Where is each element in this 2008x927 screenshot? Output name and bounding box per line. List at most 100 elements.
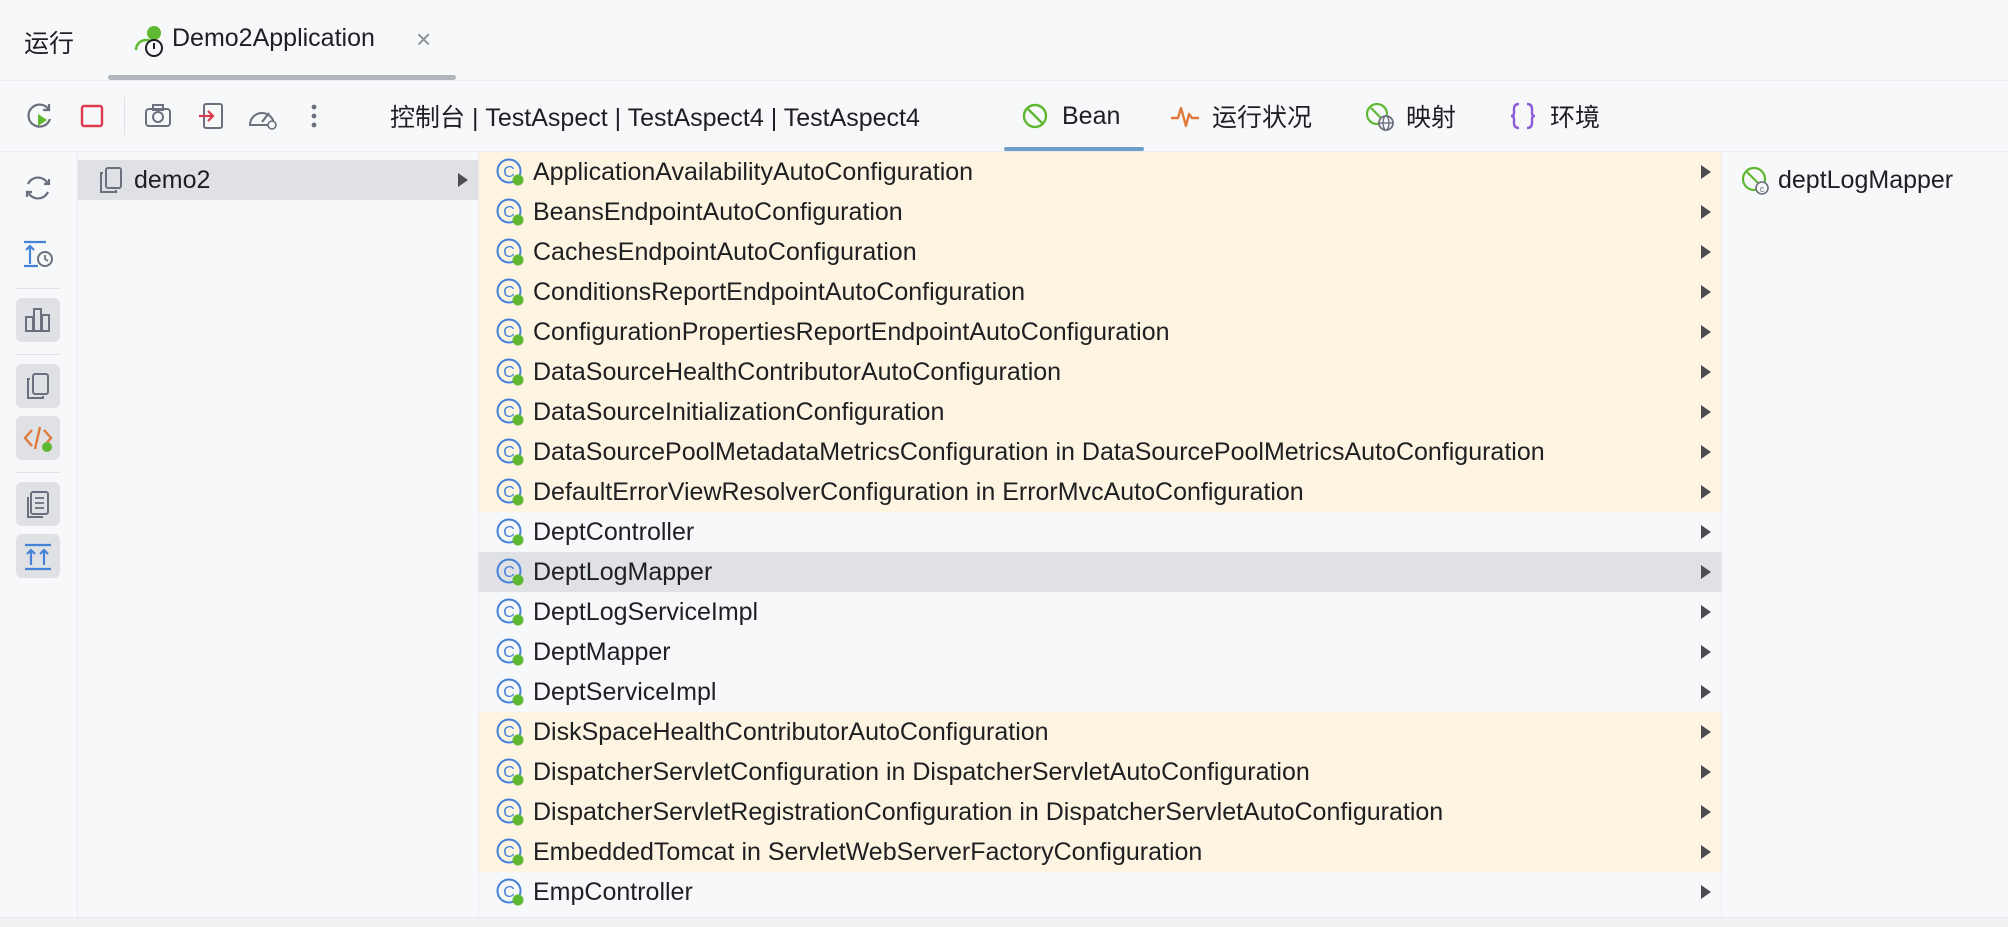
list-item[interactable]: demo2 <box>78 160 478 200</box>
chevron-right-icon <box>1701 525 1711 539</box>
performance-icon[interactable] <box>244 98 280 134</box>
context-label: demo2 <box>134 165 211 194</box>
close-icon[interactable]: × <box>416 24 431 55</box>
chevron-right-icon <box>1701 365 1711 379</box>
list-item[interactable]: C ConfigurationPropertiesReportEndpointAu… <box>479 312 1721 352</box>
run-tab-demo2application[interactable]: Demo2Application × <box>108 0 456 80</box>
chevron-right-icon <box>1701 605 1711 619</box>
list-item[interactable]: c deptLogMapper <box>1722 160 2008 200</box>
tab-mappings[interactable]: 映射 <box>1364 81 1456 151</box>
bean-label: DataSourceInitializationConfiguration <box>533 397 945 426</box>
bean-label: DeptLogMapper <box>533 557 713 586</box>
tab-console[interactable]: 控制台 | TestAspect | TestAspect4 | TestAsp… <box>390 81 920 151</box>
class-bean-icon: C <box>495 157 525 187</box>
class-bean-icon: C <box>495 197 525 227</box>
chevron-right-icon <box>1701 765 1711 779</box>
chevron-right-icon <box>1701 845 1711 859</box>
class-bean-icon: C <box>495 837 525 867</box>
chevron-right-icon <box>1701 685 1711 699</box>
list-item[interactable]: C DeptMapper <box>479 632 1721 672</box>
code-icon[interactable] <box>16 416 60 460</box>
class-bean-icon: C <box>495 597 525 627</box>
class-bean-icon: C <box>495 317 525 347</box>
rail-separator <box>16 354 60 355</box>
bean-detail-label: deptLogMapper <box>1778 165 1954 194</box>
bean-label: EmbeddedTomcat in ServletWebServerFactor… <box>533 837 1203 866</box>
run-label: 运行 <box>24 30 75 58</box>
list-item[interactable]: C ConditionsReportEndpointAutoConfigurati… <box>479 272 1721 312</box>
class-bean-icon: C <box>495 357 525 387</box>
chevron-right-icon <box>1701 325 1711 339</box>
class-bean-icon: C <box>495 437 525 467</box>
expand-icon[interactable] <box>16 534 60 578</box>
class-bean-icon: C <box>495 277 525 307</box>
list-item[interactable]: C DeptLogMapper <box>479 552 1721 592</box>
document-icon[interactable] <box>16 482 60 526</box>
bean-icon <box>1020 101 1050 131</box>
tab-bean-label: Bean <box>1062 101 1121 130</box>
run-tab-title: Demo2Application <box>172 24 375 52</box>
list-item[interactable]: C DispatcherServletConfiguration in Dispa… <box>479 752 1721 792</box>
class-bean-icon: C <box>495 517 525 547</box>
stop-icon[interactable] <box>74 98 110 134</box>
tab-console-label: 控制台 | TestAspect | TestAspect4 | TestAsp… <box>390 104 920 132</box>
sort-timing-icon[interactable] <box>16 232 60 276</box>
list-item[interactable]: C BeansEndpointAutoConfiguration <box>479 192 1721 232</box>
list-item[interactable]: C DataSourceHealthContributorAutoConfigur… <box>479 352 1721 392</box>
list-item[interactable]: C DiskSpaceHealthContributorAutoConfigura… <box>479 712 1721 752</box>
class-bean-icon: C <box>495 757 525 787</box>
tab-mappings-label: 映射 <box>1406 104 1457 132</box>
tab-environment[interactable]: 环境 <box>1508 81 1600 151</box>
bean-label: EmpController <box>533 877 693 906</box>
chevron-right-icon <box>458 173 468 187</box>
toolbar-separator <box>124 97 125 135</box>
tab-environment-label: 环境 <box>1550 104 1601 132</box>
more-icon[interactable] <box>296 98 332 134</box>
class-bean-icon: C <box>495 637 525 667</box>
bean-label: DeptMapper <box>533 637 671 666</box>
class-bean-icon: C <box>495 717 525 747</box>
bean-label: DataSourcePoolMetadataMetricsConfigurati… <box>533 437 1545 466</box>
bar-chart-icon[interactable] <box>16 298 60 342</box>
bean-label: DispatcherServletRegistrationConfigurati… <box>533 797 1444 826</box>
list-item[interactable]: C EmpController <box>479 872 1721 912</box>
class-bean-icon: C <box>495 557 525 587</box>
list-item[interactable]: C DispatcherServletRegistrationConfigurat… <box>479 792 1721 832</box>
refresh-icon[interactable] <box>16 166 60 210</box>
list-item[interactable]: C DeptController <box>479 512 1721 552</box>
tab-bean[interactable]: Bean <box>1004 81 1145 151</box>
rail-separator <box>16 472 60 473</box>
tab-health[interactable]: 运行状况 <box>1170 81 1312 151</box>
class-bean-icon: C <box>495 877 525 907</box>
list-item[interactable]: C DeptLogServiceImpl <box>479 592 1721 632</box>
chevron-right-icon <box>1701 485 1711 499</box>
chevron-right-icon <box>1701 885 1711 899</box>
list-item[interactable]: C DataSourceInitializationConfiguration <box>479 392 1721 432</box>
bean-label: BeansEndpointAutoConfiguration <box>533 197 903 226</box>
list-item[interactable]: C EmbeddedTomcat in ServletWebServerFacto… <box>479 832 1721 872</box>
list-item[interactable]: C DefaultErrorViewResolverConfiguration i… <box>479 472 1721 512</box>
document-icon <box>96 165 126 195</box>
bean-label: DiskSpaceHealthContributorAutoConfigurat… <box>533 717 1049 746</box>
rail-separator <box>16 288 60 289</box>
copy-icon[interactable] <box>16 364 60 408</box>
class-bean-icon: C <box>495 477 525 507</box>
bean-label: DefaultErrorViewResolverConfiguration in… <box>533 477 1304 506</box>
camera-icon[interactable] <box>140 98 176 134</box>
chevron-right-icon <box>1701 645 1711 659</box>
side-toolbar <box>0 152 78 917</box>
bean-label: ConfigurationPropertiesReportEndpointAut… <box>533 317 1170 346</box>
class-bean-icon: C <box>495 797 525 827</box>
list-item[interactable]: C ApplicationAvailabilityAutoConfiguratio… <box>479 152 1721 192</box>
spring-bean-icon: c <box>1740 165 1770 195</box>
context-list: demo2 <box>78 152 479 917</box>
list-item[interactable]: C DeptServiceImpl <box>479 672 1721 712</box>
list-item[interactable]: C CachesEndpointAutoConfiguration <box>479 232 1721 272</box>
chevron-right-icon <box>1701 285 1711 299</box>
bean-label: ConditionsReportEndpointAutoConfiguratio… <box>533 277 1025 306</box>
chevron-right-icon <box>1701 445 1711 459</box>
chevron-right-icon <box>1701 205 1711 219</box>
rerun-icon[interactable] <box>22 98 58 134</box>
exit-icon[interactable] <box>193 98 229 134</box>
list-item[interactable]: C DataSourcePoolMetadataMetricsConfigurat… <box>479 432 1721 472</box>
